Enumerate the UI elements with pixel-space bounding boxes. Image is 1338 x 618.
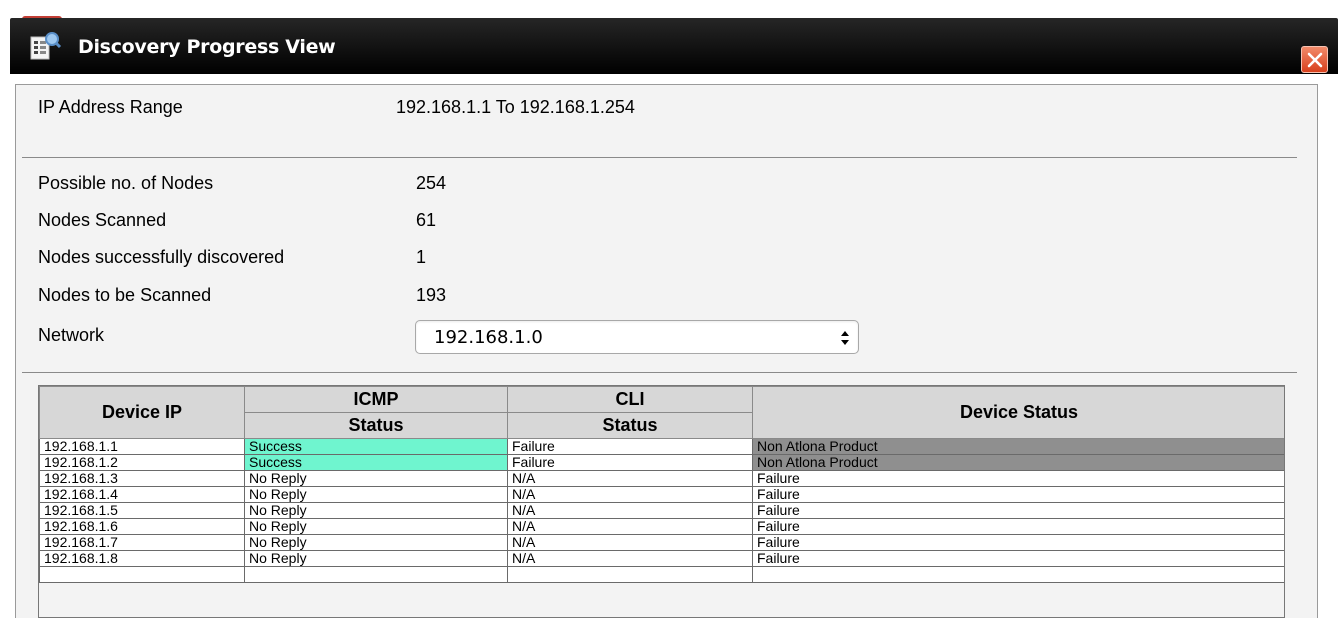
cell-device-ip: 192.168.1.8 (39, 550, 245, 567)
cell-device-status: Failure (752, 518, 1284, 535)
discovery-icon (28, 29, 62, 63)
cell-icmp-status: Success (244, 438, 508, 455)
cell-cli-status: N/A (507, 470, 753, 487)
divider (22, 157, 1297, 158)
cell-device-ip: 192.168.1.5 (39, 502, 245, 519)
cell-icmp-status: No Reply (244, 518, 508, 535)
possible-nodes-value: 254 (416, 173, 447, 193)
cell-device-ip: 192.168.1.7 (39, 534, 245, 551)
cell-device-status: Failure (752, 534, 1284, 551)
possible-nodes-label: Possible no. of Nodes (38, 173, 214, 193)
col-header-icmp: ICMP (244, 386, 508, 413)
cell-device-ip: 192.168.1.4 (39, 486, 245, 503)
network-select[interactable]: 192.168.1.0 (415, 320, 859, 354)
cell-device-status: Non Atlona Product (752, 454, 1284, 471)
select-arrows-icon (840, 330, 850, 351)
cell-device-ip (39, 566, 245, 583)
cell-cli-status: N/A (507, 518, 753, 535)
table-row[interactable]: 192.168.1.5 No Reply N/A Failure (39, 502, 1284, 519)
nodes-scanned-label: Nodes Scanned (38, 210, 167, 230)
cell-cli-status: N/A (507, 550, 753, 567)
table-row[interactable]: 192.168.1.1 Success Failure Non Atlona Prod… (39, 438, 1284, 455)
discovery-table: Device IP ICMP CLI Device Status Status … (38, 385, 1285, 618)
close-button[interactable] (1301, 46, 1328, 73)
nodes-to-scan-label: Nodes to be Scanned (38, 285, 212, 305)
cell-cli-status: Failure (507, 438, 753, 455)
network-label: Network (38, 325, 105, 345)
table-row[interactable]: 192.168.1.8 No Reply N/A Failure (39, 550, 1284, 567)
ip-range-value: 192.168.1.1 To 192.168.1.254 (396, 97, 635, 117)
cell-device-ip: 192.168.1.1 (39, 438, 245, 455)
cell-cli-status: Failure (507, 454, 753, 471)
cell-cli-status: N/A (507, 534, 753, 551)
cell-icmp-status: No Reply (244, 470, 508, 487)
cell-icmp-status (244, 566, 508, 583)
table-row[interactable]: 192.168.1.4 No Reply N/A Failure (39, 486, 1284, 503)
nodes-to-scan-value: 193 (416, 285, 447, 305)
table-row[interactable] (39, 566, 1284, 583)
col-header-device-status: Device Status (752, 386, 1284, 439)
cell-cli-status: N/A (507, 486, 753, 503)
window-title: Discovery Progress View (78, 36, 336, 58)
cell-device-status: Failure (752, 486, 1284, 503)
cell-icmp-status: No Reply (244, 486, 508, 503)
cell-device-status: Failure (752, 550, 1284, 567)
cell-icmp-status: No Reply (244, 550, 508, 567)
cell-cli-status (507, 566, 753, 583)
col-header-cli: CLI (507, 386, 753, 413)
title-bar[interactable]: Discovery Progress View (10, 18, 1338, 74)
col-subheader-cli-status: Status (507, 412, 753, 439)
cell-cli-status: N/A (507, 502, 753, 519)
cell-device-ip: 192.168.1.2 (39, 454, 245, 471)
nodes-scanned-value: 61 (416, 210, 437, 230)
divider (22, 372, 1297, 373)
cell-device-status: Failure (752, 470, 1284, 487)
ip-range-label: IP Address Range (38, 97, 183, 117)
cell-device-ip: 192.168.1.6 (39, 518, 245, 535)
nodes-discovered-value: 1 (416, 247, 427, 267)
table-row[interactable]: 192.168.1.3 No Reply N/A Failure (39, 470, 1284, 487)
col-header-device-ip: Device IP (39, 386, 245, 439)
cell-device-status (752, 566, 1284, 583)
table-row[interactable]: 192.168.1.2 Success Failure Non Atlona Prod… (39, 454, 1284, 471)
nodes-discovered-label: Nodes successfully discovered (38, 247, 285, 267)
cell-device-status: Non Atlona Product (752, 438, 1284, 455)
col-subheader-icmp-status: Status (244, 412, 508, 439)
network-select-value: 192.168.1.0 (434, 327, 543, 348)
table-row[interactable]: 192.168.1.7 No Reply N/A Failure (39, 534, 1284, 551)
cell-device-status: Failure (752, 502, 1284, 519)
cell-icmp-status: Success (244, 454, 508, 471)
cell-icmp-status: No Reply (244, 502, 508, 519)
cell-icmp-status: No Reply (244, 534, 508, 551)
cell-device-ip: 192.168.1.3 (39, 470, 245, 487)
table-row[interactable]: 192.168.1.6 No Reply N/A Failure (39, 518, 1284, 535)
